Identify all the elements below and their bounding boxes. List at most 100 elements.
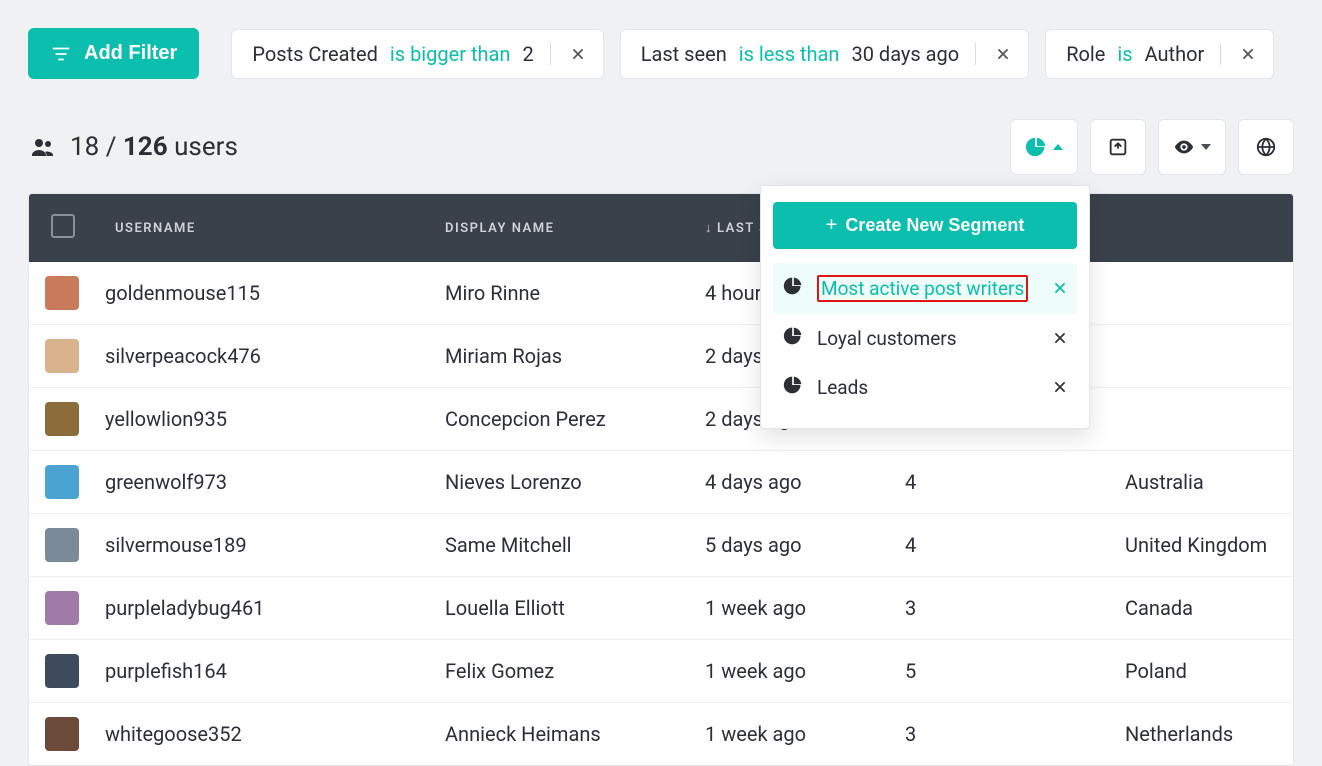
select-all-header[interactable] bbox=[29, 194, 99, 262]
display-name: Miriam Rojas bbox=[429, 325, 689, 388]
last-seen: 1 week ago bbox=[689, 703, 889, 766]
plus-icon: + bbox=[826, 214, 838, 237]
filter-chip[interactable]: Role is Author bbox=[1045, 29, 1274, 79]
segment-item[interactable]: Loyal customers bbox=[773, 314, 1077, 363]
username: goldenmouse115 bbox=[99, 262, 429, 325]
users-icon bbox=[28, 135, 58, 159]
filter-operator: is bbox=[1117, 42, 1132, 66]
posts-count: 4 bbox=[889, 514, 1109, 577]
display-name: Miro Rinne bbox=[429, 262, 689, 325]
table-row[interactable]: yellowlion935Concepcion Perez2 days ago3 bbox=[29, 388, 1293, 451]
sort-desc-icon: ↓ bbox=[705, 221, 713, 236]
export-button[interactable] bbox=[1090, 119, 1146, 175]
username: yellowlion935 bbox=[99, 388, 429, 451]
display-name: Nieves Lorenzo bbox=[429, 451, 689, 514]
table-row[interactable]: silvermouse189Same Mitchell5 days ago4Un… bbox=[29, 514, 1293, 577]
filter-field: Last seen bbox=[641, 42, 727, 66]
avatar bbox=[45, 465, 79, 499]
count-total: 126 bbox=[123, 132, 168, 162]
country bbox=[1109, 388, 1293, 451]
posts-count: 5 bbox=[889, 640, 1109, 703]
table-row[interactable]: purplefish164Felix Gomez1 week ago5Polan… bbox=[29, 640, 1293, 703]
posts-count: 3 bbox=[889, 577, 1109, 640]
filter-chip[interactable]: Last seen is less than 30 days ago bbox=[620, 29, 1029, 79]
remove-segment-button[interactable] bbox=[1053, 327, 1067, 350]
count-sep: / bbox=[106, 132, 117, 162]
filter-field: Role bbox=[1066, 42, 1105, 66]
filter-field: Posts Created bbox=[252, 42, 378, 66]
checkbox-icon[interactable] bbox=[51, 214, 75, 238]
remove-segment-button[interactable] bbox=[1053, 376, 1067, 399]
avatar bbox=[45, 528, 79, 562]
username: silverpeacock476 bbox=[99, 325, 429, 388]
username: purpleladybug461 bbox=[99, 577, 429, 640]
username: whitegoose352 bbox=[99, 703, 429, 766]
toolbar: + Create New Segment Most active post wr… bbox=[1010, 119, 1294, 175]
pie-chart-icon bbox=[783, 375, 803, 400]
remove-filter-button[interactable] bbox=[1237, 43, 1259, 65]
country: Poland bbox=[1109, 640, 1293, 703]
pie-chart-icon bbox=[1025, 136, 1047, 158]
posts-count: 4 bbox=[889, 451, 1109, 514]
col-display-name[interactable]: DISPLAY NAME bbox=[429, 194, 689, 262]
pie-chart-icon bbox=[783, 326, 803, 351]
filter-icon bbox=[50, 43, 72, 65]
create-segment-button[interactable]: + Create New Segment bbox=[773, 202, 1077, 249]
segment-label: Loyal customers bbox=[817, 327, 957, 350]
country bbox=[1109, 262, 1293, 325]
remove-filter-button[interactable] bbox=[567, 43, 589, 65]
table-row[interactable]: purpleladybug461Louella Elliott1 week ag… bbox=[29, 577, 1293, 640]
last-seen: 4 days ago bbox=[689, 451, 889, 514]
country: Canada bbox=[1109, 577, 1293, 640]
remove-segment-button[interactable] bbox=[1053, 277, 1067, 300]
count-shown: 18 bbox=[70, 132, 99, 162]
create-segment-label: Create New Segment bbox=[845, 215, 1024, 236]
last-seen: 5 days ago bbox=[689, 514, 889, 577]
eye-icon bbox=[1173, 136, 1195, 158]
table-row[interactable]: whitegoose352Annieck Heimans1 week ago3N… bbox=[29, 703, 1293, 766]
filter-value: 30 days ago bbox=[851, 42, 959, 66]
posts-count: 3 bbox=[889, 703, 1109, 766]
country: United Kingdom bbox=[1109, 514, 1293, 577]
segment-label: Most active post writers bbox=[821, 277, 1024, 300]
table-row[interactable]: silverpeacock476Miriam Rojas2 days ago3 bbox=[29, 325, 1293, 388]
globe-button[interactable] bbox=[1238, 119, 1294, 175]
col-username[interactable]: USERNAME bbox=[99, 194, 429, 262]
filter-operator: is less than bbox=[739, 42, 840, 66]
segment-label: Leads bbox=[817, 376, 868, 399]
segments-button[interactable] bbox=[1010, 119, 1078, 175]
country: Netherlands bbox=[1109, 703, 1293, 766]
remove-filter-button[interactable] bbox=[992, 43, 1014, 65]
display-name: Concepcion Perez bbox=[429, 388, 689, 451]
col-country[interactable] bbox=[1109, 194, 1293, 262]
username: purplefish164 bbox=[99, 640, 429, 703]
segments-dropdown: + Create New Segment Most active post wr… bbox=[760, 185, 1090, 429]
export-icon bbox=[1107, 136, 1129, 158]
country bbox=[1109, 325, 1293, 388]
avatar bbox=[45, 591, 79, 625]
filter-operator: is bigger than bbox=[390, 42, 511, 66]
display-name: Same Mitchell bbox=[429, 514, 689, 577]
display-name: Felix Gomez bbox=[429, 640, 689, 703]
avatar bbox=[45, 654, 79, 688]
pie-chart-icon bbox=[783, 276, 803, 301]
segment-item[interactable]: Leads bbox=[773, 363, 1077, 412]
result-count: 18 / 126 users bbox=[28, 132, 238, 162]
filter-bar: Add Filter Posts Created is bigger than … bbox=[28, 28, 1294, 79]
avatar bbox=[45, 402, 79, 436]
table-row[interactable]: greenwolf973Nieves Lorenzo4 days ago4Aus… bbox=[29, 451, 1293, 514]
avatar bbox=[45, 717, 79, 751]
filter-chip[interactable]: Posts Created is bigger than 2 bbox=[231, 29, 603, 79]
display-name: Louella Elliott bbox=[429, 577, 689, 640]
country: Australia bbox=[1109, 451, 1293, 514]
table-row[interactable]: goldenmouse115Miro Rinne4 hours ago3 bbox=[29, 262, 1293, 325]
filter-value: Author bbox=[1145, 42, 1205, 66]
last-seen: 1 week ago bbox=[689, 640, 889, 703]
add-filter-button[interactable]: Add Filter bbox=[28, 28, 199, 79]
segment-item[interactable]: Most active post writers bbox=[773, 263, 1077, 314]
visibility-button[interactable] bbox=[1158, 119, 1226, 175]
caret-up-icon bbox=[1053, 144, 1063, 150]
avatar bbox=[45, 276, 79, 310]
meta-row: 18 / 126 users bbox=[28, 119, 1294, 175]
globe-icon bbox=[1255, 136, 1277, 158]
